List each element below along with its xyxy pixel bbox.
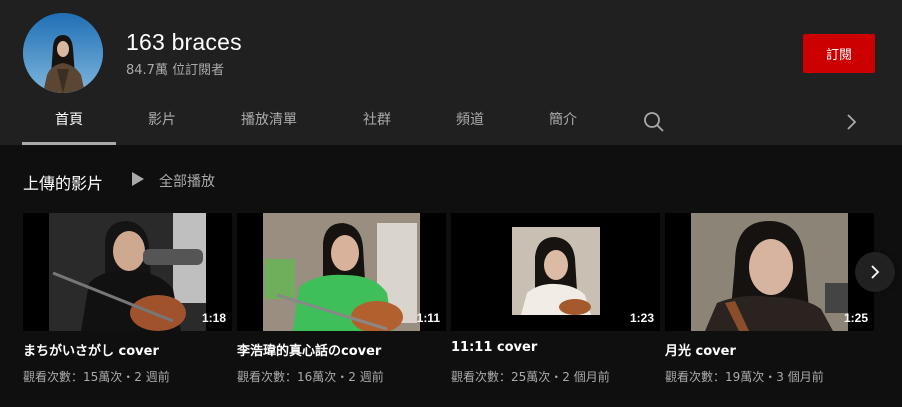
tab-community[interactable]: 社群 <box>330 98 424 145</box>
chevron-right-icon <box>868 263 882 285</box>
video-duration: 1:11 <box>416 311 440 325</box>
subscribe-button[interactable]: 訂閱 <box>803 34 875 73</box>
video-meta: 觀看次數：15萬次・2 週前 <box>23 370 170 384</box>
video-meta: 觀看次數：19萬次・3 個月前 <box>665 370 824 384</box>
play-icon <box>131 171 145 191</box>
tab-videos[interactable]: 影片 <box>115 98 209 145</box>
shelf-next-button[interactable] <box>855 252 895 292</box>
channel-avatar[interactable] <box>23 13 103 93</box>
video-thumbnail[interactable]: 1:25 <box>665 213 874 331</box>
video-title[interactable]: 月光 cover <box>665 340 736 359</box>
video-thumbnail[interactable]: 1:11 <box>237 213 446 331</box>
play-all-button[interactable]: 全部播放 <box>131 170 215 192</box>
tab-home[interactable]: 首頁 <box>22 98 116 145</box>
video-title[interactable]: 李浩瑋的真心話のcover <box>237 340 381 359</box>
chevron-right-icon[interactable] <box>843 112 859 132</box>
video-duration: 1:18 <box>201 311 226 325</box>
channel-name: 163 braces <box>126 29 242 55</box>
video-duration: 1:23 <box>629 311 654 325</box>
video-thumbnail[interactable]: 1:23 <box>451 213 660 331</box>
thumbnail-image <box>451 213 660 331</box>
video-meta: 觀看次數：25萬次・2 個月前 <box>451 370 610 384</box>
tab-channels[interactable]: 頻道 <box>423 98 517 145</box>
search-icon[interactable] <box>643 111 665 133</box>
video-meta: 觀看次數：16萬次・2 週前 <box>237 370 384 384</box>
video-thumbnail[interactable]: 1:18 <box>23 213 232 331</box>
video-title[interactable]: まちがいさがし cover <box>23 340 159 359</box>
avatar-image <box>23 13 103 93</box>
section-title: 上傳的影片 <box>23 174 104 193</box>
subscriber-count: 84.7萬 位訂閱者 <box>126 63 225 78</box>
thumbnail-image <box>23 213 232 331</box>
tab-playlists[interactable]: 播放清單 <box>222 98 316 145</box>
active-tab-indicator <box>22 142 116 145</box>
video-duration: 1:25 <box>843 311 868 325</box>
tab-about[interactable]: 簡介 <box>516 98 610 145</box>
play-all-label: 全部播放 <box>159 174 215 190</box>
thumbnail-image <box>237 213 446 331</box>
video-title[interactable]: 11:11 cover <box>451 340 537 355</box>
thumbnail-image <box>665 213 874 331</box>
channel-tabs: 首頁 影片 播放清單 社群 頻道 簡介 <box>0 98 902 145</box>
